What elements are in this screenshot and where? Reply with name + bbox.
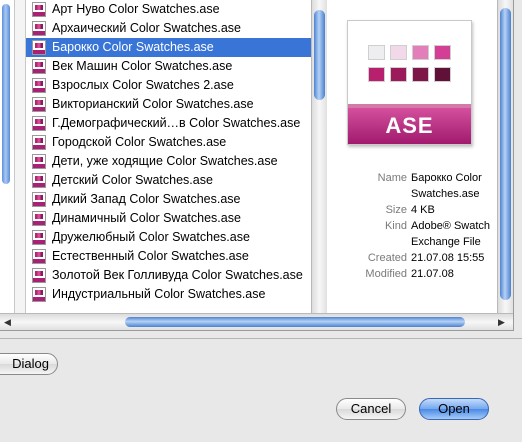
info-label: Modified — [365, 268, 407, 280]
horizontal-scrollbar[interactable]: ◀ ▶ — [0, 313, 513, 330]
divider — [0, 338, 522, 339]
file-name: Индустриальный Color Swatches.ase — [52, 287, 266, 301]
info-value: 4 KB — [411, 204, 435, 216]
info-row-modified: Modified 21.07.08 — [327, 266, 497, 282]
file-row[interactable]: Дружелюбный Color Swatches.ase — [26, 228, 311, 247]
file-name: Динамичный Color Swatches.ase — [52, 211, 241, 225]
info-row-name: Name Барокко Color Swatches.ase — [327, 170, 497, 202]
file-row[interactable]: Динамичный Color Swatches.ase — [26, 209, 311, 228]
ase-document-icon — [32, 173, 46, 188]
file-name: Естественный Color Swatches.ase — [52, 249, 249, 263]
ase-document-icon — [32, 21, 46, 36]
ase-document-icon — [32, 249, 46, 264]
file-row[interactable]: Век Машин Color Swatches.ase — [26, 57, 311, 76]
file-row[interactable]: Г.Демографический…в Color Swatches.ase — [26, 114, 311, 133]
file-name: Золотой Век Голливуда Color Swatches.ase — [52, 268, 303, 282]
info-row-size: Size 4 KB — [327, 202, 497, 218]
ase-file-icon: ASE — [347, 20, 472, 145]
ase-document-icon — [32, 230, 46, 245]
ase-document-icon — [32, 135, 46, 150]
scroll-left-arrow-icon[interactable]: ◀ — [4, 317, 11, 328]
file-row[interactable]: Барокко Color Swatches.ase — [26, 38, 311, 57]
file-name: Дикий Запад Color Swatches.ase — [52, 192, 241, 206]
info-value: 21.07.08 — [411, 268, 454, 280]
file-list-scrollbar[interactable] — [311, 0, 327, 313]
file-row[interactable]: Арт Нуво Color Swatches.ase — [26, 0, 311, 19]
file-name: Г.Демографический…в Color Swatches.ase — [52, 116, 301, 130]
info-value: 21.07.08 15:55 — [411, 252, 485, 264]
dialog-button[interactable]: Dialog — [0, 353, 58, 375]
info-label: Created — [367, 252, 407, 264]
info-label: Kind — [384, 220, 407, 232]
cancel-button[interactable]: Cancel — [336, 398, 406, 420]
file-name: Детский Color Swatches.ase — [52, 173, 213, 187]
file-name: Дружелюбный Color Swatches.ase — [52, 230, 250, 244]
ase-document-icon — [32, 154, 46, 169]
ase-document-icon — [32, 40, 46, 55]
file-name: Арт Нуво Color Swatches.ase — [52, 2, 220, 16]
file-info: Name Барокко Color Swatches.ase Size 4 KB Ki… — [327, 170, 497, 282]
ase-document-icon — [32, 2, 46, 17]
ase-document-icon — [32, 287, 46, 302]
open-button[interactable]: Open — [419, 398, 489, 420]
previous-column[interactable] — [0, 0, 15, 313]
info-value: Adobe® Swatch Exchange File — [411, 220, 491, 248]
file-row[interactable]: Взрослых Color Swatches 2.ase — [26, 76, 311, 95]
file-name: Городской Color Swatches.ase — [52, 135, 227, 149]
ase-document-icon — [32, 97, 46, 112]
preview-scrollbar[interactable] — [497, 0, 513, 313]
color-swatch — [434, 67, 451, 82]
file-row[interactable]: Викторианский Color Swatches.ase — [26, 95, 311, 114]
color-swatch — [368, 45, 385, 60]
ase-document-icon — [32, 268, 46, 283]
file-row[interactable]: Дикий Запад Color Swatches.ase — [26, 190, 311, 209]
ase-document-icon — [32, 78, 46, 93]
previous-column-scroll-thumb[interactable] — [2, 4, 10, 184]
ase-label: ASE — [348, 104, 471, 144]
file-name: Взрослых Color Swatches 2.ase — [52, 78, 234, 92]
file-row[interactable]: Городской Color Swatches.ase — [26, 133, 311, 152]
color-swatch — [390, 45, 407, 60]
file-name: Архаический Color Swatches.ase — [52, 21, 241, 35]
info-label: Name — [377, 172, 407, 184]
file-name: Барокко Color Swatches.ase — [52, 40, 214, 54]
file-list-scroll-thumb[interactable] — [314, 10, 325, 100]
ase-page: ASE — [347, 20, 472, 145]
preview-scroll-thumb[interactable] — [500, 8, 511, 300]
file-row[interactable]: Индустриальный Color Swatches.ase — [26, 285, 311, 304]
file-browser: Арт Нуво Color Swatches.ase Архаический C… — [0, 0, 514, 331]
info-row-kind: Kind Adobe® Swatch Exchange File — [327, 218, 497, 250]
file-name: Дети, уже ходящие Color Swatches.ase — [52, 154, 278, 168]
info-value: Барокко Color Swatches.ase — [411, 172, 482, 200]
file-row[interactable]: Архаический Color Swatches.ase — [26, 19, 311, 38]
scroll-right-arrow-icon[interactable]: ▶ — [498, 317, 505, 328]
file-row[interactable]: Золотой Век Голливуда Color Swatches.ase — [26, 266, 311, 285]
horizontal-scroll-thumb[interactable] — [125, 317, 465, 327]
ase-document-icon — [32, 192, 46, 207]
preview-pane: ASE Name Барокко Color Swatches.ase Size 4 … — [327, 0, 497, 313]
open-file-dialog: Арт Нуво Color Swatches.ase Архаический C… — [0, 0, 522, 442]
color-swatch — [390, 67, 407, 82]
color-swatch — [412, 67, 429, 82]
info-label: Size — [385, 204, 407, 216]
ase-document-icon — [32, 116, 46, 131]
file-name: Викторианский Color Swatches.ase — [52, 97, 254, 111]
file-list: Арт Нуво Color Swatches.ase Архаический C… — [26, 0, 311, 313]
file-name: Век Машин Color Swatches.ase — [52, 59, 233, 73]
info-row-created: Created 21.07.08 15:55 — [327, 250, 497, 266]
color-swatch — [412, 45, 429, 60]
color-swatch — [434, 45, 451, 60]
ase-document-icon — [32, 211, 46, 226]
file-row[interactable]: Естественный Color Swatches.ase — [26, 247, 311, 266]
file-row[interactable]: Детский Color Swatches.ase — [26, 171, 311, 190]
parent-column[interactable] — [15, 0, 26, 313]
color-swatch — [368, 67, 385, 82]
file-row[interactable]: Дети, уже ходящие Color Swatches.ase — [26, 152, 311, 171]
ase-document-icon — [32, 59, 46, 74]
